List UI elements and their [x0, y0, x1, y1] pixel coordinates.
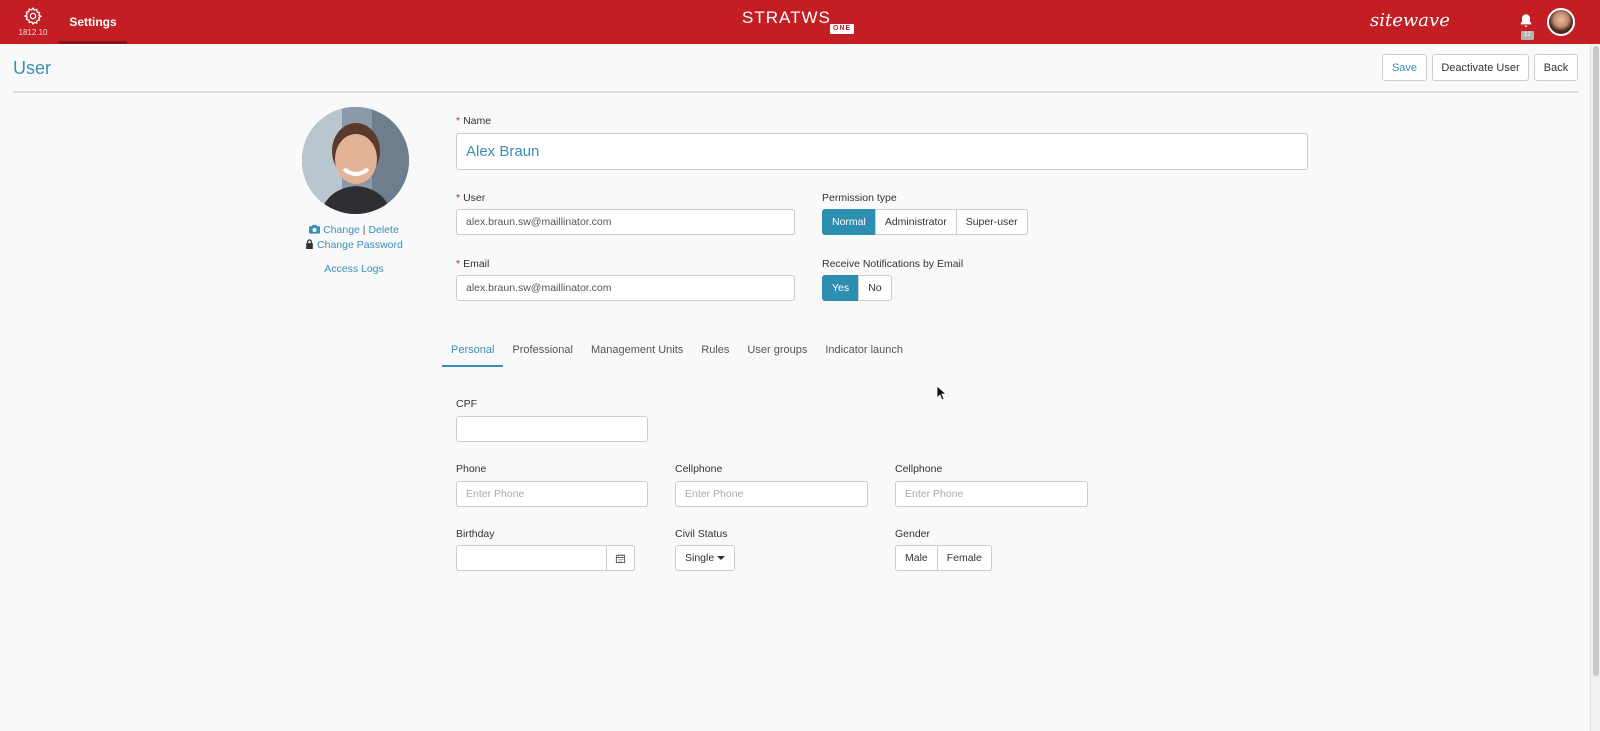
permission-super-user-button[interactable]: Super-user	[955, 209, 1028, 235]
profile-photo	[302, 107, 409, 214]
save-button[interactable]: Save	[1382, 54, 1427, 81]
header-divider	[13, 91, 1578, 93]
access-logs-wrapper: Access Logs	[254, 263, 454, 275]
birthday-group	[456, 545, 635, 571]
camera-icon	[309, 224, 321, 234]
permission-type-group: Normal Administrator Super-user	[822, 209, 1028, 235]
access-logs-link[interactable]: Access Logs	[324, 263, 384, 275]
gender-male-button[interactable]: Male	[895, 545, 938, 571]
tab-settings[interactable]: Settings	[59, 0, 127, 44]
required-mark: *	[456, 115, 461, 127]
calendar-button[interactable]	[607, 545, 635, 571]
civil-status-value: Single	[685, 552, 715, 564]
delete-photo-link[interactable]: Delete	[368, 224, 398, 236]
back-button[interactable]: Back	[1534, 54, 1578, 81]
cellphone-2-label: Cellphone	[895, 463, 943, 475]
email-label: * Email	[456, 258, 489, 270]
cellphone-label: Cellphone	[675, 463, 723, 475]
top-bar: 1812.10 Settings STRATWS ONE sitewave 12	[0, 0, 1600, 44]
calendar-icon	[615, 553, 626, 563]
cellphone-2-input[interactable]	[895, 481, 1088, 507]
tab-professional[interactable]: Professional	[503, 338, 582, 367]
page-scrollbar[interactable]	[1590, 44, 1600, 731]
user-avatar[interactable]	[1547, 8, 1575, 36]
name-label: * Name	[456, 115, 491, 127]
caret-down-icon	[717, 556, 726, 561]
user-label-text: User	[463, 192, 486, 204]
notifications-group: Yes No	[822, 275, 892, 301]
notifications-label: Receive Notifications by Email	[822, 258, 964, 270]
tab-personal[interactable]: Personal	[442, 338, 504, 367]
civil-status-dropdown[interactable]: Single	[675, 545, 736, 571]
phone-input[interactable]	[456, 481, 648, 507]
deactivate-user-button[interactable]: Deactivate User	[1432, 54, 1529, 81]
settings-menu[interactable]: 1812.10	[12, 6, 54, 37]
tab-rules[interactable]: Rules	[692, 338, 738, 367]
user-tabs: Personal Professional Management Units R…	[442, 338, 912, 367]
civil-status-label: Civil Status	[675, 528, 728, 540]
birthday-input[interactable]	[456, 545, 607, 571]
logo-badge: ONE	[830, 24, 855, 34]
email-input[interactable]	[456, 275, 795, 301]
tab-management-units[interactable]: Management Units	[582, 338, 692, 367]
name-input[interactable]	[456, 133, 1308, 170]
change-password-link[interactable]: Change Password	[317, 239, 403, 251]
notifications-yes-button[interactable]: Yes	[822, 275, 860, 301]
required-mark: *	[456, 192, 461, 204]
profile-actions: Change | Delete Change Password	[254, 223, 454, 253]
required-mark: *	[456, 258, 461, 270]
user-label: * User	[456, 192, 485, 204]
gender-group: Male Female	[895, 545, 992, 571]
gear-icon[interactable]	[23, 6, 43, 26]
cellphone-input[interactable]	[675, 481, 868, 507]
lock-icon	[306, 239, 313, 249]
permission-normal-button[interactable]: Normal	[822, 209, 876, 235]
brand-logo: sitewave	[1370, 10, 1450, 31]
name-label-text: Name	[463, 115, 492, 127]
cpf-input[interactable]	[456, 416, 648, 442]
permission-administrator-button[interactable]: Administrator	[874, 209, 957, 235]
stratws-logo[interactable]: STRATWS ONE	[742, 8, 855, 34]
page-title: User	[13, 58, 52, 78]
notification-count: 12	[1521, 31, 1534, 40]
tab-user-groups[interactable]: User groups	[738, 338, 816, 367]
birthday-label: Birthday	[456, 528, 495, 540]
email-label-text: Email	[463, 258, 490, 270]
logo-text: STRATWS	[742, 8, 831, 27]
user-input[interactable]	[456, 209, 795, 235]
permission-type-label: Permission type	[822, 192, 897, 204]
gender-female-button[interactable]: Female	[936, 545, 992, 571]
bell-icon[interactable]	[1518, 13, 1534, 29]
scrollbar-thumb[interactable]	[1593, 46, 1599, 676]
change-photo-link[interactable]: Change	[323, 224, 360, 236]
tab-indicator-launch[interactable]: Indicator launch	[816, 338, 912, 367]
phone-label: Phone	[456, 463, 487, 475]
mouse-cursor-icon	[937, 386, 947, 401]
link-separator: |	[362, 224, 366, 236]
cpf-label: CPF	[456, 398, 477, 410]
gender-label: Gender	[895, 528, 931, 540]
notifications-no-button[interactable]: No	[858, 275, 892, 301]
version-label: 1812.10	[18, 28, 48, 37]
